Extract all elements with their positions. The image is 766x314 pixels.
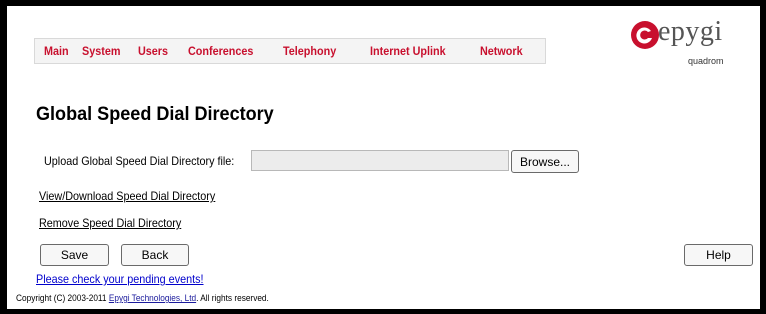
help-button[interactable]: Help bbox=[684, 244, 753, 266]
window-frame-right bbox=[760, 0, 766, 314]
upload-file-label: Upload Global Speed Dial Directory file: bbox=[44, 154, 235, 168]
window-frame-bottom bbox=[0, 309, 766, 314]
logo-brand-text: epygi bbox=[658, 16, 723, 47]
copyright-footer: Copyright (C) 2003-2011 Epygi Technologi… bbox=[16, 293, 269, 303]
logo-sub-text: quadrom bbox=[688, 56, 724, 66]
menu-item-users[interactable]: Users bbox=[138, 44, 168, 58]
back-button[interactable]: Back bbox=[121, 244, 189, 266]
save-button[interactable]: Save bbox=[40, 244, 109, 266]
menu-item-conferences[interactable]: Conferences bbox=[188, 44, 253, 58]
menu-item-internet-uplink[interactable]: Internet Uplink bbox=[370, 44, 446, 58]
window-frame-left bbox=[0, 0, 7, 314]
menu-item-network[interactable]: Network bbox=[480, 44, 523, 58]
window-frame-top bbox=[0, 0, 766, 6]
menu-item-system[interactable]: System bbox=[82, 44, 120, 58]
remove-directory-link[interactable]: Remove Speed Dial Directory bbox=[39, 216, 181, 230]
epygi-e-logo-icon bbox=[631, 21, 659, 49]
copyright-prefix: Copyright (C) 2003-2011 bbox=[16, 293, 109, 303]
view-download-link[interactable]: View/Download Speed Dial Directory bbox=[39, 189, 215, 203]
main-menu-bar: Main System Users Conferences Telephony … bbox=[34, 38, 546, 64]
page-title: Global Speed Dial Directory bbox=[36, 104, 274, 125]
menu-item-telephony[interactable]: Telephony bbox=[283, 44, 336, 58]
epygi-logo: epygi quadrom bbox=[628, 16, 752, 80]
menu-item-main[interactable]: Main bbox=[44, 44, 69, 58]
company-link[interactable]: Epygi Technologies, Ltd bbox=[109, 293, 196, 303]
copyright-suffix: . All rights reserved. bbox=[196, 293, 269, 303]
upload-file-input[interactable] bbox=[251, 150, 509, 171]
browse-button[interactable]: Browse... bbox=[511, 150, 579, 173]
pending-events-link[interactable]: Please check your pending events! bbox=[36, 272, 204, 286]
